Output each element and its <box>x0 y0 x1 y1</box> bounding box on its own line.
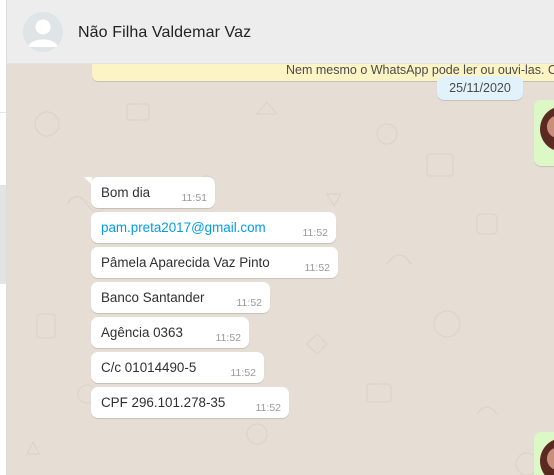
incoming-message[interactable]: Bom dia 11:51 <box>84 177 215 208</box>
message-text: Agência 0363 <box>101 325 183 340</box>
date-divider: 25/11/2020 <box>437 76 523 100</box>
message-text: CPF 296.101.278-35 <box>101 395 226 410</box>
message-text: C/c 01014490-5 <box>101 360 197 375</box>
message-time: 11:52 <box>302 227 329 239</box>
message-pane[interactable]: Nem mesmo o WhatsApp pode ler ou ouvi-la… <box>6 64 554 475</box>
message-time: 11:52 <box>304 262 331 274</box>
shared-photo[interactable] <box>540 438 554 475</box>
bubble-tail <box>84 177 92 185</box>
incoming-message[interactable]: C/c 01014490-5 11:52 <box>91 352 264 383</box>
incoming-message[interactable]: Agência 0363 11:52 <box>91 317 249 348</box>
contact-name[interactable]: Não Filha Valdemar Vaz <box>78 24 251 42</box>
message-text: Pâmela Aparecida Vaz Pinto <box>101 255 270 270</box>
conversation-header[interactable]: Não Filha Valdemar Vaz <box>6 0 554 64</box>
outgoing-image-message[interactable] <box>534 432 554 475</box>
incoming-message[interactable]: Pâmela Aparecida Vaz Pinto 11:52 <box>91 247 338 278</box>
shared-photo[interactable] <box>540 106 554 152</box>
message-text: Bom dia <box>101 185 151 200</box>
contact-avatar-icon[interactable] <box>23 12 63 52</box>
message-text: Banco Santander <box>101 290 205 305</box>
message-time: 11:52 <box>236 297 263 309</box>
email-link[interactable]: pam.preta2017@gmail.com <box>101 220 266 235</box>
message-time: 11:52 <box>255 402 282 414</box>
incoming-message[interactable]: pam.preta2017@gmail.com 11:52 <box>91 212 336 243</box>
incoming-message[interactable]: CPF 296.101.278-35 11:52 <box>91 387 289 418</box>
message-time: 11:52 <box>215 332 242 344</box>
message-time: 11:51 <box>181 192 208 204</box>
incoming-message[interactable]: Banco Santander 11:52 <box>91 282 270 313</box>
message-time: 11:52 <box>230 367 257 379</box>
outgoing-image-message[interactable] <box>534 100 554 166</box>
